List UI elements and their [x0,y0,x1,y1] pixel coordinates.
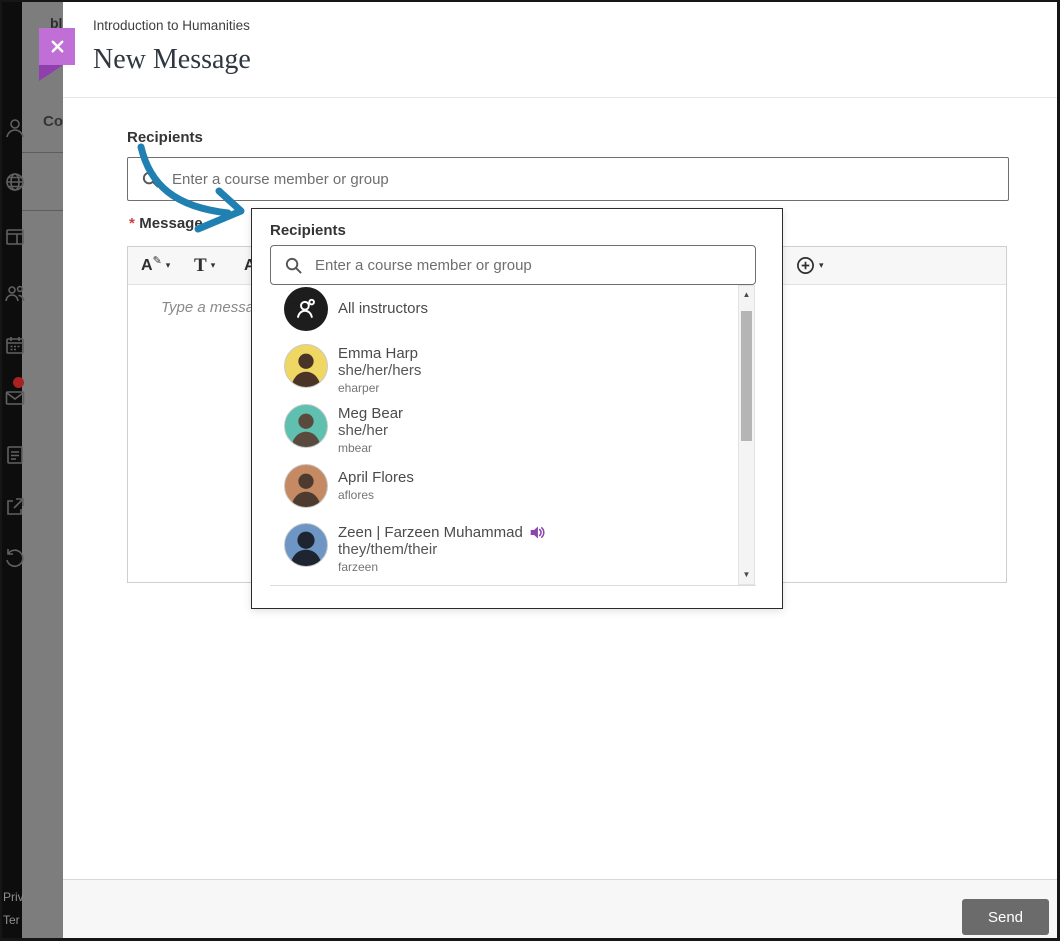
groups-icon[interactable] [3,281,27,305]
history-icon[interactable] [3,546,27,570]
chevron-down-icon: ▾ [166,260,171,271]
popup-search-field[interactable] [270,245,756,285]
recipient-name: All instructors [338,300,428,317]
share-icon[interactable] [3,495,27,519]
popup-scrollbar[interactable]: ▲ ▼ [738,285,755,585]
profile-icon[interactable] [3,116,27,140]
scrollbar-thumb[interactable] [741,311,752,441]
list-item-person[interactable]: Meg Bear she/her mbear [284,404,403,455]
recipient-username: aflores [338,488,414,502]
scroll-up-icon[interactable]: ▲ [739,288,754,302]
base-nav-icon-column [3,0,29,941]
recipient-name: Zeen | Farzeen Muhammad [338,524,523,541]
recipient-username: mbear [338,441,403,455]
close-icon [49,38,66,55]
globe-icon[interactable] [3,170,27,194]
avatar [284,464,328,508]
text-style-icon: A [141,257,153,275]
message-label: Message [139,215,202,232]
recipient-pronouns: she/her/hers [338,362,421,379]
close-panel-button[interactable] [39,28,75,65]
pronunciation-audio-icon[interactable] [529,524,546,541]
text-style-button[interactable]: A✎ ▾ [141,247,170,284]
search-icon [141,170,160,189]
recipient-pronouns: she/her [338,422,403,439]
course-title: Introduction to Humanities [93,18,250,33]
recipients-search-input[interactable] [170,170,1008,189]
recipient-name: Meg Bear [338,405,403,422]
font-icon: T [194,255,207,277]
base-page-heading-fragment: Co [43,113,63,130]
avatar [284,523,328,567]
pencil-icon: ✎ [153,254,162,267]
list-item-all-instructors[interactable]: All instructors [284,287,428,331]
recipient-pronouns: they/them/their [338,541,546,558]
insert-content-button[interactable]: ▾ [796,247,824,284]
avatar [284,404,328,448]
font-button[interactable]: T ▾ [194,247,215,284]
gradebook-icon[interactable] [3,443,27,467]
recipients-popup: Recipients All instructors Emma Harp [251,208,783,609]
recipient-name: April Flores [338,469,414,486]
privacy-link-fragment[interactable]: Priv [3,890,24,904]
panel-footer: Send [63,879,1057,939]
chevron-down-icon: ▾ [819,260,824,271]
unread-messages-badge [13,377,24,388]
add-circle-icon [796,256,815,275]
list-item-person[interactable]: Emma Harp she/her/hers eharper [284,344,421,395]
list-item-person[interactable]: April Flores aflores [284,464,414,508]
terms-link-fragment[interactable]: Ter [3,913,20,927]
required-marker: * [129,215,135,232]
recipients-label: Recipients [127,129,203,146]
send-button[interactable]: Send [962,899,1049,935]
pages-icon[interactable] [3,225,27,249]
recipient-name: Emma Harp [338,345,421,362]
new-message-screen: bl Co Priv Ter Introduction to Humanitie… [0,0,1060,941]
popup-search-input[interactable] [313,256,755,275]
recipient-username: eharper [338,381,421,395]
all-instructors-icon [284,287,328,331]
page-title: New Message [93,44,251,76]
scroll-down-icon[interactable]: ▼ [739,568,754,582]
list-item-person[interactable]: Zeen | Farzeen Muhammad they/them/their … [284,523,546,574]
recipient-username: farzeen [338,560,546,574]
close-ribbon-flap [39,65,63,81]
chevron-down-icon: ▾ [211,260,216,271]
messages-icon[interactable] [3,386,27,410]
popup-title: Recipients [270,222,346,239]
avatar [284,344,328,388]
search-icon [284,256,303,275]
recipients-search-field[interactable] [127,157,1009,201]
calendar-icon[interactable] [3,333,27,357]
recipients-list: All instructors Emma Harp she/her/hers e… [270,285,756,586]
header-divider [63,97,1057,98]
